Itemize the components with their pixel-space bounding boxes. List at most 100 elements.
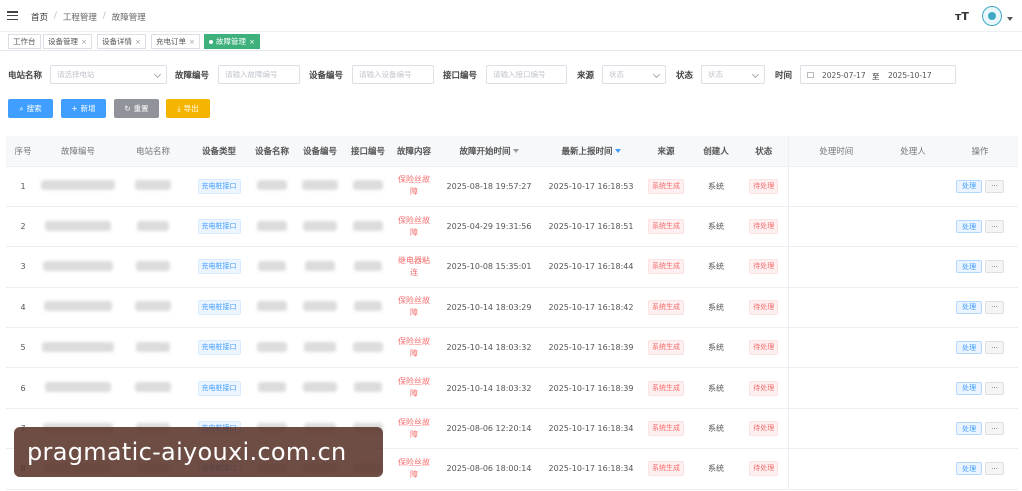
handle-button[interactable]: 处理 [956, 462, 983, 476]
source-tag: 系统生成 [648, 340, 684, 356]
search-button[interactable]: ⌕ 搜索 [8, 99, 53, 118]
handler-cell [884, 166, 942, 207]
device-type-tag: 充电桩接口 [197, 219, 241, 235]
status-select[interactable]: 状态 [701, 65, 765, 84]
source-cell: 系统生成 [640, 327, 692, 369]
redacted-value [303, 301, 337, 312]
top-bar: 首页 / 工程管理 / 故障管理 тT [0, 0, 1022, 32]
fault-no-input[interactable]: 请输入故障编号 [218, 65, 300, 84]
port-no-input[interactable]: 请输入接口编号 [486, 65, 567, 84]
fault-content-cell: 保险丝故障 [392, 166, 436, 207]
action-buttons: ⌕ 搜索 + 新增 ↻ 重置 ⤓ 导出 [0, 99, 1022, 119]
redacted-value [354, 260, 382, 271]
redacted-value [353, 220, 383, 231]
actions-cell: 处理 ··· [942, 367, 1018, 409]
source-tag: 系统生成 [648, 421, 684, 437]
more-button[interactable]: ··· [985, 381, 1004, 395]
source-label: 来源 [577, 71, 595, 81]
close-icon[interactable]: × [81, 38, 87, 46]
handle-button[interactable]: 处理 [956, 300, 983, 314]
more-button[interactable]: ··· [985, 220, 1004, 234]
fault-no-cell [40, 287, 116, 329]
source-select[interactable]: 状态 [602, 65, 666, 84]
handler-cell [884, 206, 942, 248]
more-button[interactable]: ··· [985, 260, 1004, 274]
more-button[interactable]: ··· [985, 300, 1004, 314]
handle-button[interactable]: 处理 [956, 341, 983, 355]
status-cell: 待处理 [740, 246, 788, 288]
fault-no-cell [40, 327, 116, 369]
tab-workbench[interactable]: 工作台 [8, 34, 41, 49]
source-cell: 系统生成 [640, 448, 692, 490]
device-no-cell [296, 166, 344, 207]
more-button[interactable]: ··· [985, 462, 1004, 476]
watermark-text: pragmatic-aiyouxi.com.cn [27, 438, 347, 466]
redacted-value [257, 180, 287, 191]
creator-cell: 系统 [692, 327, 740, 369]
breadcrumb-home[interactable]: 首页 [31, 11, 48, 23]
column-header: 故障编号 [40, 136, 116, 167]
close-icon[interactable]: × [249, 38, 255, 46]
status-badge: 待处理 [749, 461, 779, 477]
export-button[interactable]: ⤓ 导出 [166, 99, 210, 118]
port-no-cell [344, 246, 392, 288]
handle-button[interactable]: 处理 [956, 179, 983, 193]
column-header-sortable[interactable]: 故障开始时间 [436, 136, 542, 167]
start-time-cell: 2025-04-29 19:31:56 [436, 206, 542, 248]
handle-button[interactable]: 处理 [956, 220, 983, 234]
date-range-picker[interactable]: 2025-07-17 至 2025-10-17 [800, 65, 956, 84]
latest-time-cell: 2025-10-17 16:18:34 [542, 408, 640, 450]
source-tag: 系统生成 [648, 219, 684, 235]
avatar[interactable] [982, 6, 1002, 26]
device-name-cell [248, 327, 296, 369]
column-header-sortable[interactable]: 最新上报时间 [542, 136, 640, 167]
menu-toggle-icon[interactable] [7, 11, 18, 20]
source-tag: 系统生成 [648, 380, 684, 396]
add-button[interactable]: + 新增 [61, 99, 106, 118]
handle-button[interactable]: 处理 [956, 422, 983, 436]
device-type-tag: 充电桩接口 [197, 259, 241, 275]
refresh-icon: ↻ [124, 104, 131, 113]
station-name-cell [116, 166, 190, 207]
column-header: 处理时间 [787, 136, 884, 167]
device-no-input[interactable]: 请输入设备编号 [352, 65, 434, 84]
redacted-value [303, 382, 337, 393]
handle-button[interactable]: 处理 [956, 260, 983, 274]
redacted-value [257, 301, 287, 312]
redacted-value [45, 382, 111, 393]
add-button-label: 新增 [80, 104, 96, 113]
tab-fault-management[interactable]: 故障管理 × [204, 34, 260, 49]
column-header: 来源 [640, 136, 692, 167]
calendar-icon [807, 72, 814, 78]
breadcrumb-project[interactable]: 工程管理 [63, 11, 97, 23]
device-type-tag: 充电桩接口 [197, 380, 241, 396]
source-cell: 系统生成 [640, 287, 692, 329]
close-icon[interactable]: × [189, 38, 195, 46]
row-index: 1 [6, 166, 40, 207]
latest-time-cell: 2025-10-17 16:18:51 [542, 206, 640, 248]
watermark-banner: pragmatic-aiyouxi.com.cn [14, 427, 383, 477]
device-type-cell: 充电桩接口 [190, 287, 248, 329]
fault-content-cell: 保险丝故障 [392, 287, 436, 329]
chevron-down-icon[interactable] [1007, 17, 1013, 21]
tab-device-detail[interactable]: 设备详情 × [97, 34, 146, 49]
table-row: 3 充电桩接口 继电器粘连 2025-10-08 15:35:01 2025-10-17… [6, 246, 1018, 288]
latest-time-cell: 2025-10-17 16:18:42 [542, 287, 640, 329]
tab-charging-orders[interactable]: 充电订单 × [151, 34, 200, 49]
redacted-value [302, 180, 338, 191]
latest-time-cell: 2025-10-17 16:18:39 [542, 327, 640, 369]
status-cell: 待处理 [740, 327, 788, 369]
close-icon[interactable]: × [135, 38, 141, 46]
export-button-label: 导出 [183, 104, 199, 113]
date-separator: 至 [872, 72, 880, 81]
font-size-icon[interactable]: тT [955, 10, 969, 23]
latest-time-cell: 2025-10-17 16:18:44 [542, 246, 640, 288]
reset-button[interactable]: ↻ 重置 [114, 99, 159, 118]
more-button[interactable]: ··· [985, 341, 1004, 355]
redacted-value [41, 180, 115, 191]
more-button[interactable]: ··· [985, 179, 1004, 193]
station-select[interactable]: 请选择电站 [50, 65, 167, 84]
more-button[interactable]: ··· [985, 422, 1004, 436]
handle-button[interactable]: 处理 [956, 381, 983, 395]
tab-device-management[interactable]: 设备管理 × [43, 34, 92, 49]
